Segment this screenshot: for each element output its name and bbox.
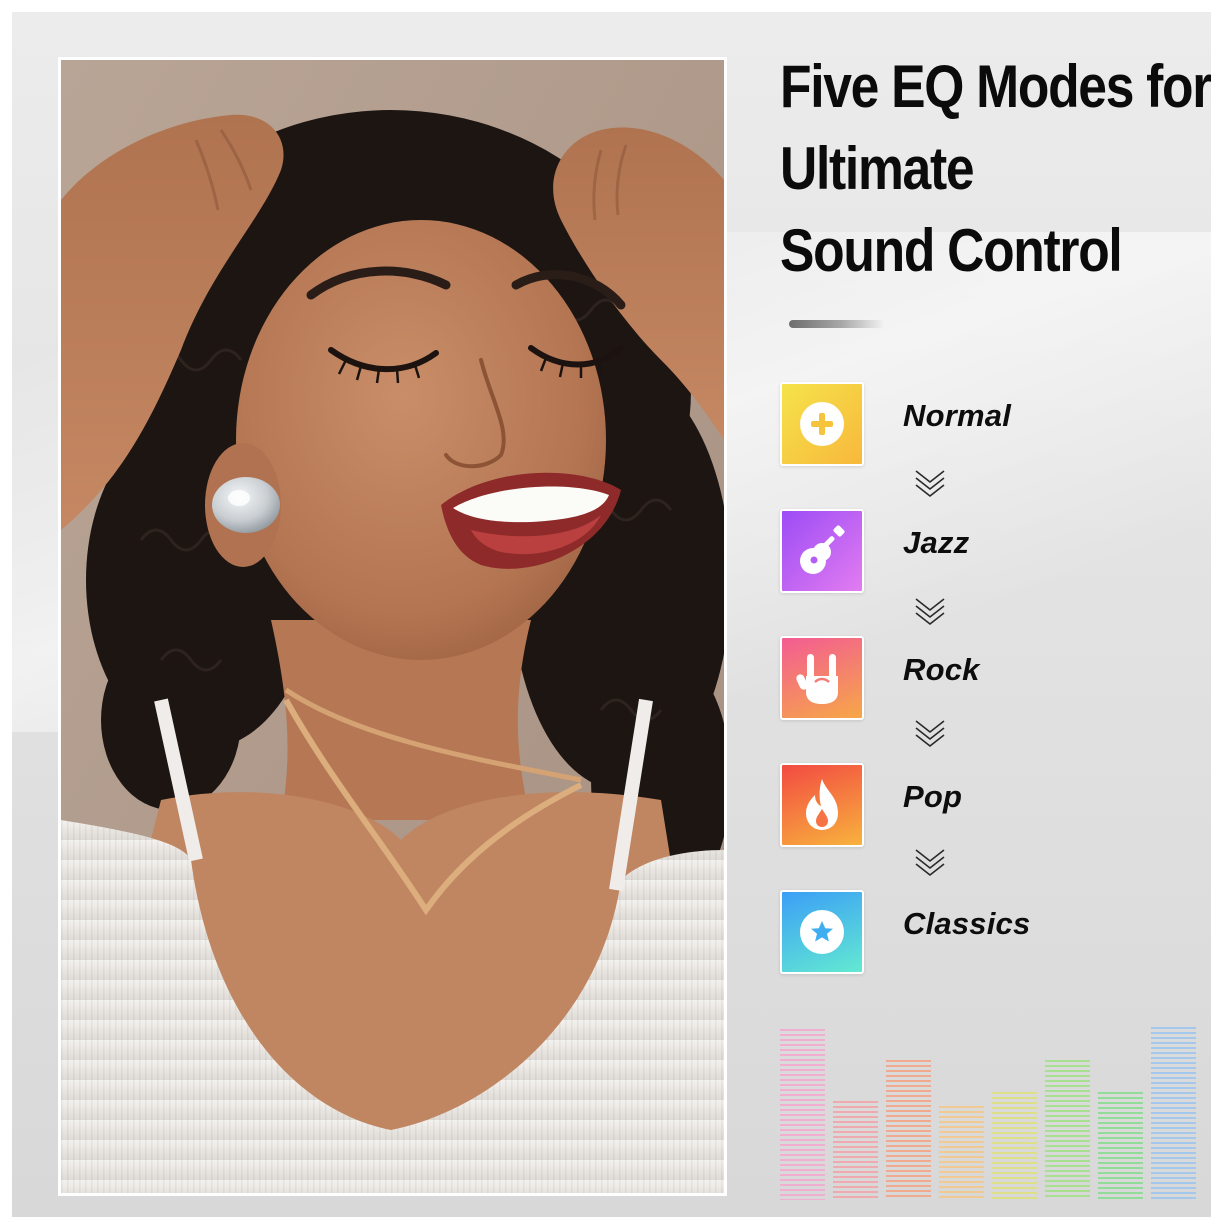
classics-mode-tile [780,890,864,974]
classics-mode-label: Classics [903,906,1031,941]
equalizer-bar [833,1101,878,1200]
plus-circle-icon [800,402,844,446]
product-banner: Five EQ Modes for Ultimate Sound Control… [0,0,1211,1217]
photo-frame [58,57,727,1196]
equalizer-bar [1151,1027,1196,1200]
equalizer-bar [1098,1092,1143,1200]
normal-mode-tile [780,382,864,466]
headline-line-1: Five EQ Modes for [780,53,1211,120]
equalizer-bar [992,1092,1037,1200]
star-circle-icon [800,910,844,954]
equalizer-graphic [780,1020,1202,1200]
eq-mode-normal: Normal [780,382,1200,466]
guitar-icon [800,525,845,574]
equalizer-bar [939,1106,984,1200]
rock-mode-label: Rock [903,652,980,687]
lifestyle-photo [61,60,724,1193]
jazz-mode-tile [780,509,864,593]
chevron-down-icon [915,598,945,626]
chevron-down-icon [915,849,945,877]
chevron-down-icon [915,470,945,498]
eq-mode-classics: Classics [780,890,1200,974]
pop-mode-tile [780,763,864,847]
equalizer-bar [1045,1060,1090,1200]
headline-line-2: Ultimate [780,135,975,202]
woman-with-earbud-illustration [61,60,724,1193]
headline-line-3: Sound Control [780,217,1123,284]
headline: Five EQ Modes for Ultimate Sound Control [780,46,1211,292]
eq-mode-jazz: Jazz [780,509,1200,593]
eq-mode-pop: Pop [780,763,1200,847]
jazz-mode-label: Jazz [903,525,970,560]
rock-hand-icon [796,654,838,704]
flame-icon [806,779,838,830]
pop-mode-label: Pop [903,779,963,814]
rock-mode-tile [780,636,864,720]
equalizer-bar [886,1060,931,1200]
normal-mode-label: Normal [903,398,1012,433]
chevron-down-icon [915,720,945,748]
eq-mode-rock: Rock [780,636,1200,720]
divider-bar [789,320,885,328]
equalizer-bar [780,1029,825,1200]
